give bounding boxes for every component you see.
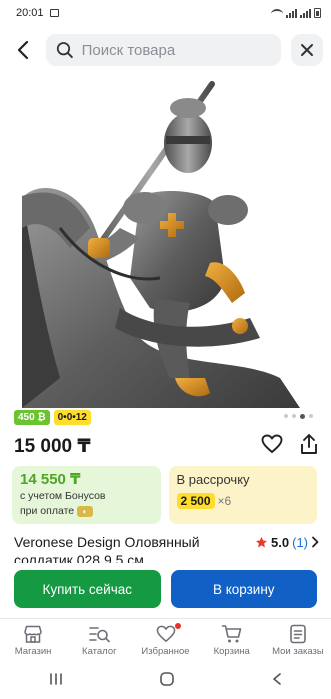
product-title-row: Veronese Design Оловянный солдатик 028 9… [14, 533, 319, 563]
price-badges: 450 ₿ 0•0•12 [14, 410, 91, 425]
share-button[interactable] [299, 433, 319, 460]
home-button[interactable] [159, 671, 175, 692]
system-back-icon [273, 672, 281, 685]
installment-amount: 2 500 [176, 493, 215, 509]
status-time: 20:01 [16, 7, 44, 19]
tab-catalog[interactable]: Каталог [66, 619, 132, 662]
bottom-tab-bar: Магазин Каталог Избранное Корзина Мои за… [0, 618, 331, 662]
cart-icon [221, 624, 243, 644]
carousel-indicator [284, 413, 313, 419]
bonus-note-line2: при оплате [20, 505, 75, 517]
bonus-badge: 450 ₿ [14, 410, 50, 425]
product-price: 15 000 ₸ [14, 435, 91, 457]
wifi-icon [271, 8, 283, 18]
signal-icon-2 [300, 8, 311, 18]
tab-cart-label: Корзина [213, 646, 250, 657]
back-button[interactable] [10, 37, 36, 63]
payment-cards: 14 550 ₸ с учетом Бонусов при оплате ◐ В… [12, 466, 317, 524]
system-navigation-bar [0, 663, 331, 699]
bonus-note-line1: с учетом Бонусов [20, 490, 106, 502]
search-icon [56, 42, 73, 59]
favorites-notification-dot [174, 623, 181, 629]
home-icon [160, 671, 175, 686]
signal-icon [286, 8, 297, 18]
back-arrow-icon [17, 40, 29, 60]
tab-favorites[interactable]: Избранное [132, 619, 198, 662]
search-input[interactable] [81, 41, 271, 59]
tab-favorites-label: Избранное [141, 646, 190, 657]
knight-figurine-image [22, 81, 300, 408]
carousel-dot [292, 414, 296, 418]
chevron-right-icon [312, 536, 319, 548]
installment-badge: 0•0•12 [53, 410, 91, 425]
rating-value: 5.0 [271, 534, 290, 550]
installment-card[interactable]: В рассрочку 2 500 ×6 [168, 466, 317, 524]
system-back-button[interactable] [271, 672, 283, 691]
tab-shop[interactable]: Магазин [0, 619, 66, 662]
installment-title: В рассрочку [176, 472, 250, 487]
recent-apps-button[interactable] [48, 672, 64, 691]
installment-months: ×6 [217, 494, 232, 508]
carousel-dot [284, 414, 288, 418]
add-to-cart-button[interactable]: В корзину [170, 570, 317, 608]
orders-icon [289, 624, 307, 644]
action-buttons: Купить сейчас В корзину [14, 570, 317, 608]
product-image[interactable] [0, 78, 331, 408]
star-icon [256, 536, 268, 547]
buy-now-button[interactable]: Купить сейчас [14, 570, 161, 608]
carousel-dot [309, 414, 313, 418]
favorite-button[interactable] [261, 434, 283, 459]
close-button[interactable] [291, 34, 323, 66]
favorites-icon [156, 623, 181, 644]
gallery-notification-icon [49, 9, 59, 17]
tab-orders-label: Мои заказы [272, 646, 324, 657]
tab-catalog-label: Каталог [82, 646, 117, 657]
catalog-icon [88, 624, 111, 644]
carousel-dot-active [300, 413, 305, 419]
bonus-price: 14 550 ₸ [20, 471, 81, 488]
price-row: 15 000 ₸ [14, 432, 319, 460]
status-bar: 20:01 [0, 0, 331, 26]
shop-icon [23, 624, 43, 644]
rating-link[interactable]: 5.0 (1) [255, 533, 319, 551]
payment-method-icon: ◐ [77, 505, 94, 517]
tab-shop-label: Магазин [14, 646, 52, 657]
search-header [0, 26, 331, 74]
heart-icon [261, 434, 283, 453]
tab-cart[interactable]: Корзина [199, 619, 265, 662]
battery-icon [314, 8, 321, 18]
share-icon [301, 433, 317, 454]
close-icon [301, 44, 313, 56]
review-count: (1) [292, 534, 308, 550]
bonus-price-card[interactable]: 14 550 ₸ с учетом Бонусов при оплате ◐ [12, 466, 161, 524]
search-field[interactable] [46, 34, 281, 66]
tab-orders[interactable]: Мои заказы [265, 619, 331, 662]
product-title: Veronese Design Оловянный солдатик 028 9… [14, 534, 200, 563]
recent-apps-icon [50, 672, 62, 685]
